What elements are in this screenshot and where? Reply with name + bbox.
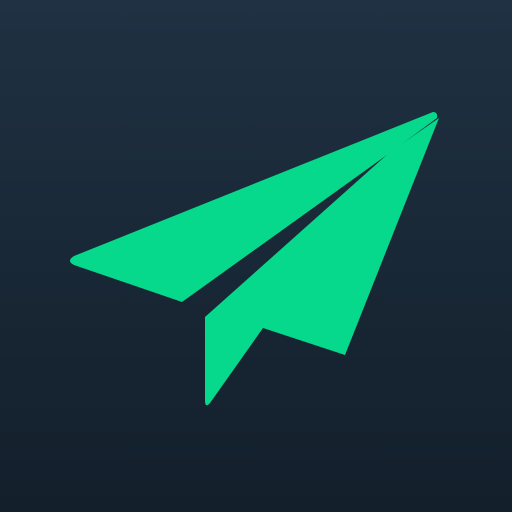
app-icon bbox=[0, 0, 512, 512]
app-icon-artwork bbox=[0, 0, 512, 512]
